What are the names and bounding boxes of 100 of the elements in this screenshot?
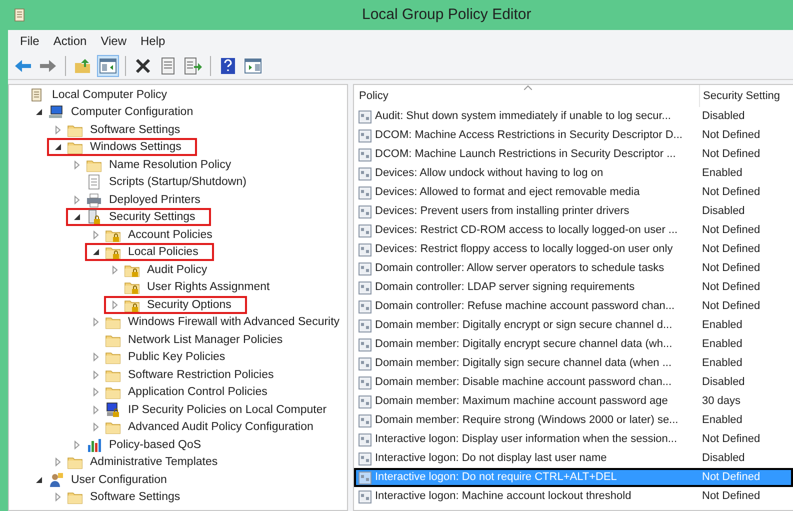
tree-item-label[interactable]: Local Policies xyxy=(124,245,198,260)
security-setting: Disabled xyxy=(701,109,745,124)
tree-item-label[interactable]: Account Policies xyxy=(124,228,212,242)
tree-item-label[interactable]: Application Control Policies xyxy=(124,385,268,400)
policy-name: Domain member: Disable machine account password chan... xyxy=(375,375,672,390)
tree-item-label[interactable]: Security Settings xyxy=(105,210,196,224)
policy-icon xyxy=(358,470,372,484)
menu-item[interactable]: Help xyxy=(134,32,172,50)
table-row[interactable]: Interactive logon: Machine account lockout threshold Not Defined xyxy=(354,487,793,506)
tree-item-label[interactable]: Software Settings xyxy=(86,490,180,504)
policy-icon xyxy=(358,356,372,370)
policy-name: DCOM: Machine Access Restrictions in Security Descriptor D... xyxy=(375,128,682,144)
policy-icon xyxy=(358,300,372,314)
tree-item-label[interactable]: IP Security Policies on Local Computer xyxy=(124,402,327,417)
tree-item-label[interactable]: Deployed Printers xyxy=(105,192,200,207)
menu-item[interactable]: File xyxy=(14,32,46,50)
tree-item-label[interactable]: Software Settings xyxy=(86,122,180,137)
policy-icon xyxy=(358,414,372,428)
delete-icon xyxy=(135,58,151,74)
printer-icon xyxy=(86,192,102,208)
policy-name: Domain member: Digitally sign secure channel data (when ... xyxy=(375,356,672,372)
tree-item-label[interactable]: Software Restriction Policies xyxy=(124,368,274,382)
table-row[interactable]: Audit: Shut down system immediately if unable to log secur... Disabled xyxy=(354,107,793,126)
table-row[interactable]: Domain controller: Refuse machine account password chan... Not Defined xyxy=(354,297,793,316)
table-row[interactable]: DCOM: Machine Access Restrictions in Security Descriptor D... Not Defined xyxy=(354,126,793,145)
table-row[interactable]: Domain member: Require strong (Windows 2000 or later) se... Enabled xyxy=(354,411,793,430)
security-setting: Not Defined xyxy=(701,470,760,486)
table-row[interactable]: Devices: Restrict floppy access to locally logged-on user only Not Defined xyxy=(354,240,793,259)
policy-name: Devices: Restrict floppy access to locally logged-on user only xyxy=(375,242,673,258)
tree-item-label[interactable]: Audit Policy xyxy=(143,262,208,277)
tree-item-label[interactable]: Scripts (Startup/Shutdown) xyxy=(105,175,246,190)
policy-name: Devices: Restrict CD-ROM access to locally logged-on user ... xyxy=(375,223,678,238)
tree-item-label[interactable]: User Configuration xyxy=(67,472,167,487)
security-setting: Enabled xyxy=(701,413,742,428)
policy-icon xyxy=(358,148,372,162)
table-row[interactable]: Domain member: Digitally encrypt secure channel data (wh... Enabled xyxy=(354,335,793,354)
policy-name: DCOM: Machine Launch Restrictions in Security Descriptor ... xyxy=(375,147,676,162)
table-row[interactable]: Domain member: Digitally encrypt or sign secure channel d... Enabled xyxy=(354,316,793,335)
policy-name: Interactive logon: Display user information when the session... xyxy=(375,432,678,448)
table-row[interactable]: Domain member: Maximum machine account password age 30 days xyxy=(354,392,793,411)
table-row[interactable]: Domain member: Digitally sign secure channel data (when ... Enabled xyxy=(354,354,793,373)
security-setting: Enabled xyxy=(701,337,742,352)
tree-item-label[interactable]: Windows Settings xyxy=(86,140,182,154)
policy-name: Interactive logon: Do not require CTRL+ALT+DEL xyxy=(375,470,617,486)
forward-arrow-icon xyxy=(39,58,57,72)
tree-item-label[interactable]: Windows Firewall with Advanced Security xyxy=(124,315,340,330)
policy-name: Domain controller: Allow server operators to schedule tasks xyxy=(375,261,664,276)
table-row[interactable]: Devices: Allowed to format and eject removable media Not Defined xyxy=(354,183,793,202)
tree-item-label[interactable]: Advanced Audit Policy Configuration xyxy=(124,420,314,434)
tree-item-label[interactable]: Policy-based QoS xyxy=(105,438,202,452)
policy-icon xyxy=(358,204,372,218)
table-row[interactable]: Domain controller: LDAP server signing requirements Not Defined xyxy=(354,278,793,297)
tree-item-label[interactable]: Computer Configuration xyxy=(67,105,194,120)
security-setting: Not Defined xyxy=(701,185,760,200)
policy-name: Domain controller: Refuse machine account password chan... xyxy=(375,299,675,314)
tree-item-label[interactable]: Security Options xyxy=(143,298,232,312)
security-setting: Not Defined xyxy=(701,299,760,314)
policy-icon xyxy=(358,376,372,390)
table-row[interactable]: DCOM: Machine Launch Restrictions in Security Descriptor ... Not Defined xyxy=(354,145,793,164)
table-row[interactable]: Devices: Prevent users from installing printer drivers Disabled xyxy=(354,202,793,221)
policy-name: Devices: Allowed to format and eject removable media xyxy=(375,185,640,200)
column-header[interactable]: Policy xyxy=(354,85,700,107)
table-row[interactable]: Domain member: Disable machine account password chan... Disabled xyxy=(354,373,793,392)
policy-name: Domain member: Digitally encrypt secure channel data (wh... xyxy=(375,337,672,352)
security-setting: Enabled xyxy=(701,318,742,334)
tree-item-label[interactable]: Public Key Policies xyxy=(124,350,226,364)
script-icon xyxy=(86,174,102,190)
tree-item-label[interactable]: Local Computer Policy xyxy=(48,88,168,102)
policy-icon xyxy=(358,318,372,332)
menu-item[interactable]: View xyxy=(94,32,132,50)
policy-name: Interactive logon: Do not display last user name xyxy=(375,451,607,466)
policy-icon xyxy=(358,452,372,466)
security-setting: Not Defined xyxy=(701,489,760,504)
policy-icon xyxy=(358,490,372,504)
policy-name: Domain member: Require strong (Windows 2000 or later) se... xyxy=(375,413,678,428)
locked-computer-icon xyxy=(105,402,121,418)
column-header[interactable]: Security Setting xyxy=(700,85,793,107)
policy-name: Domain member: Digitally encrypt or sign secure channel d... xyxy=(375,318,672,334)
locked-server-icon xyxy=(86,209,102,226)
policy-name: Audit: Shut down system immediately if unable to log secur... xyxy=(375,109,671,124)
window-title: Local Group Policy Editor xyxy=(362,4,532,25)
back-arrow-icon xyxy=(14,58,32,72)
menu-item[interactable]: Action xyxy=(47,32,93,50)
policy-name: Devices: Prevent users from installing printer drivers xyxy=(375,204,630,220)
table-row[interactable]: Interactive logon: Do not display last user name Disabled xyxy=(354,449,793,468)
policy-icon xyxy=(358,224,372,238)
security-setting: Disabled xyxy=(701,451,745,466)
table-row[interactable]: Devices: Allow undock without having to log on Enabled xyxy=(354,164,793,183)
table-row[interactable]: Domain controller: Allow server operators to schedule tasks Not Defined xyxy=(354,259,793,278)
table-row[interactable]: Interactive logon: Display user information when the session... Not Defined xyxy=(354,430,793,449)
policy-icon xyxy=(358,242,372,256)
tree-item-label[interactable]: User Rights Assignment xyxy=(143,280,270,294)
tree-item-label[interactable]: Administrative Templates xyxy=(86,455,218,470)
table-row[interactable]: Devices: Restrict CD-ROM access to locally logged-on user ... Not Defined xyxy=(354,221,793,240)
folder-up-icon xyxy=(74,58,92,74)
panel-icon xyxy=(244,58,262,74)
bar-chart-icon xyxy=(86,436,102,453)
tree-item-label[interactable]: Name Resolution Policy xyxy=(105,158,232,172)
tree-item-label[interactable]: Network List Manager Policies xyxy=(124,332,283,347)
panel-tree-icon xyxy=(99,58,117,74)
